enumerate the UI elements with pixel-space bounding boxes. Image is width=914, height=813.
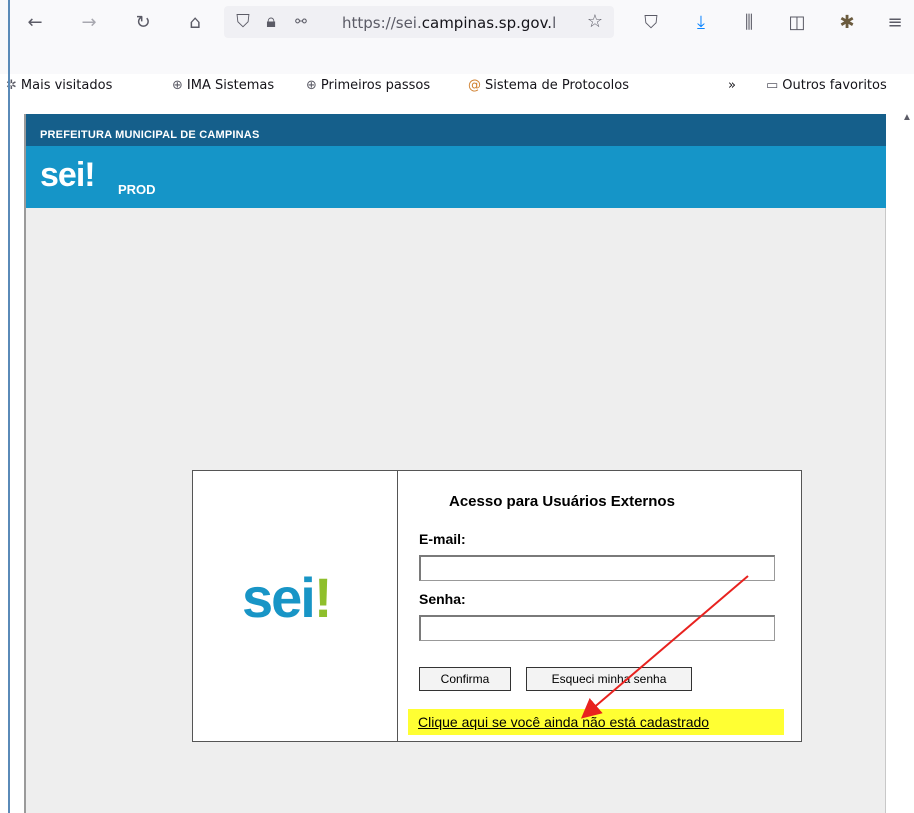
- email-label: E-mail:: [419, 531, 466, 547]
- url-text[interactable]: https://sei.campinas.sp.gov.l: [342, 14, 556, 32]
- navigation-bar: ← → ↻ ⌂ ⛉ 🔒︎ ⚯ https://sei.campinas.sp.g…: [0, 0, 914, 44]
- scrollbar-up-arrow-icon[interactable]: ▲: [902, 112, 914, 124]
- browser-toolbar: ← → ↻ ⌂ ⛉ 🔒︎ ⚯ https://sei.campinas.sp.g…: [0, 0, 914, 93]
- permissions-icon[interactable]: ⚯: [290, 11, 312, 33]
- register-link-highlight: Clique aqui se você ainda não está cadas…: [408, 709, 784, 735]
- library-icon[interactable]: ⫼: [738, 12, 760, 34]
- login-panel: sei! Acesso para Usuários Externos E-mai…: [192, 470, 802, 742]
- forward-arrow-icon[interactable]: →: [78, 12, 100, 34]
- bookmark-star-icon[interactable]: ☆: [584, 11, 606, 33]
- page-content: PREFEITURA MUNICIPAL DE CAMPINAS sei! PR…: [24, 114, 886, 813]
- pocket-icon[interactable]: ⛉: [640, 12, 662, 34]
- window-edge: [8, 0, 10, 813]
- environment-label: PROD: [118, 182, 156, 197]
- bookmark-outros-favoritos[interactable]: ▭ Outros favoritos: [766, 78, 887, 93]
- address-bar[interactable]: ⛉ 🔒︎ ⚯ https://sei.campinas.sp.gov.l ☆: [224, 6, 614, 38]
- header-app-bar: sei! PROD: [26, 146, 886, 208]
- folder-icon: ▭: [766, 78, 779, 93]
- register-link[interactable]: Clique aqui se você ainda não está cadas…: [418, 714, 709, 730]
- sidebar-icon[interactable]: ◫: [786, 12, 808, 34]
- bookmark-ima-sistemas[interactable]: ⊕ IMA Sistemas: [172, 78, 274, 93]
- header-org-bar: PREFEITURA MUNICIPAL DE CAMPINAS: [26, 114, 886, 146]
- globe-icon: ⊕: [172, 78, 183, 93]
- password-label: Senha:: [419, 591, 466, 607]
- org-title: PREFEITURA MUNICIPAL DE CAMPINAS: [40, 129, 260, 141]
- sei-logo: sei!: [242, 566, 332, 629]
- bookmark-sistema-protocolos[interactable]: @ Sistema de Protocolos: [468, 78, 629, 93]
- login-logo-panel: sei!: [193, 471, 398, 741]
- shield-icon[interactable]: ⛉: [232, 11, 254, 33]
- bookmarks-bar: ✲ Mais visitados ⊕ IMA Sistemas ⊕ Primeiros…: [0, 70, 914, 102]
- confirm-button[interactable]: Confirma: [419, 667, 511, 691]
- bookmark-mais-visitados[interactable]: ✲ Mais visitados: [6, 78, 112, 93]
- login-title: Acesso para Usuários Externos: [449, 493, 675, 510]
- bookmark-primeiros-passos[interactable]: ⊕ Primeiros passos: [306, 78, 430, 93]
- forgot-password-button[interactable]: Esqueci minha senha: [526, 667, 692, 691]
- header-logo: sei!: [40, 156, 96, 194]
- home-icon[interactable]: ⌂: [184, 12, 206, 34]
- extension-icon[interactable]: ✱: [836, 12, 858, 34]
- lock-icon[interactable]: 🔒︎: [260, 11, 282, 33]
- reload-icon[interactable]: ↻: [132, 12, 154, 34]
- email-input[interactable]: [419, 555, 775, 581]
- protocol-icon: @: [468, 78, 481, 93]
- password-input[interactable]: [419, 615, 775, 641]
- menu-icon[interactable]: ≡: [884, 12, 906, 34]
- download-icon[interactable]: ⤓: [690, 12, 712, 34]
- back-arrow-icon[interactable]: ←: [24, 12, 46, 34]
- globe-icon: ⊕: [306, 78, 317, 93]
- more-bookmarks-chevron-icon[interactable]: »: [728, 78, 736, 93]
